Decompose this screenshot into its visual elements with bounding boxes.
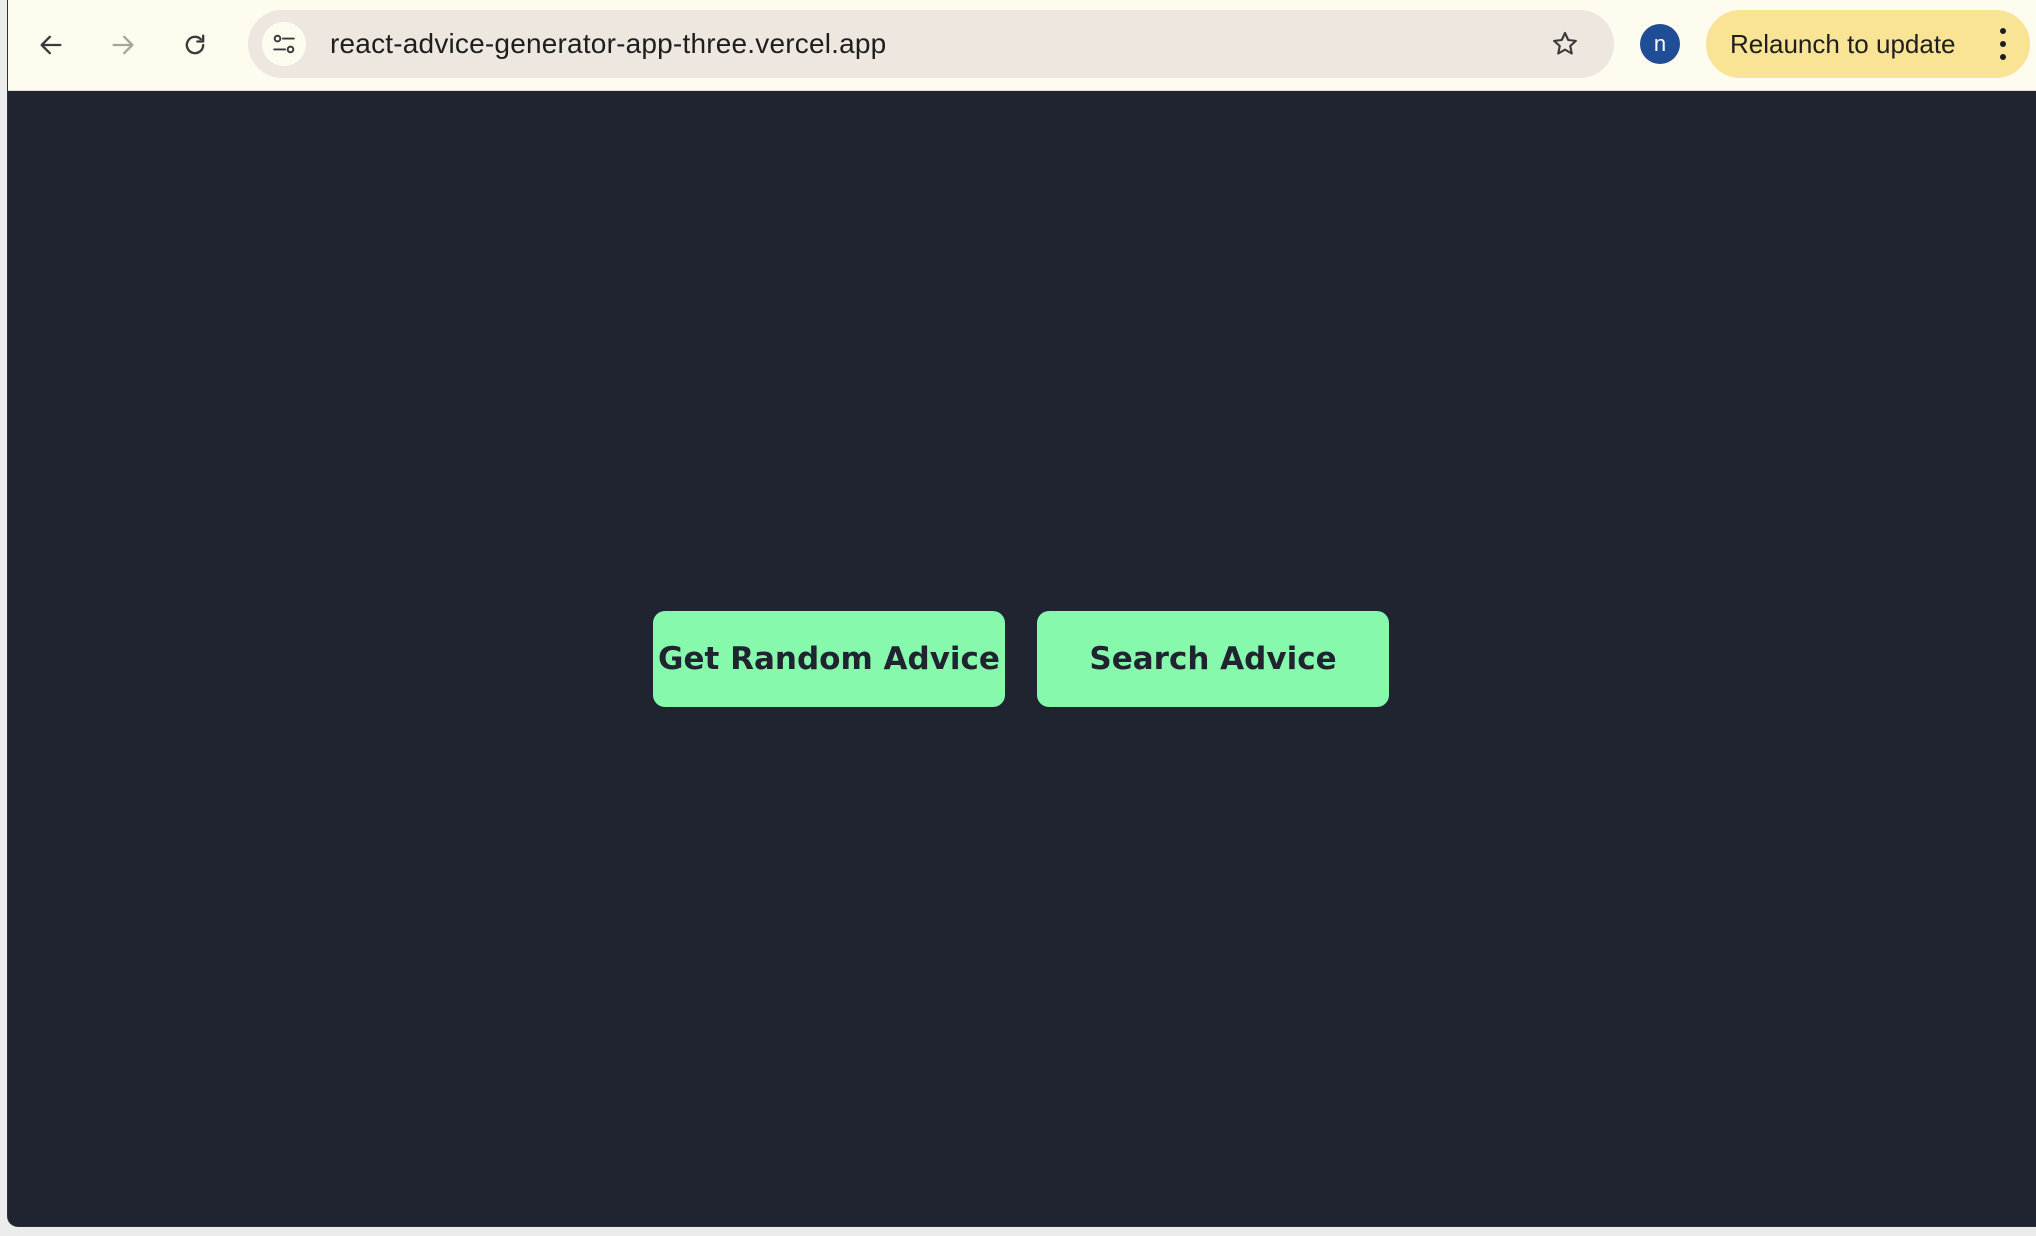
back-arrow-icon xyxy=(40,35,62,55)
relaunch-label: Relaunch to update xyxy=(1730,29,1956,59)
browser-window: react-advice-generator-app-three.vercel.… xyxy=(8,0,2036,1226)
back-button[interactable] xyxy=(28,22,74,68)
site-info-button[interactable] xyxy=(262,22,306,66)
get-random-advice-button[interactable]: Get Random Advice xyxy=(653,611,1005,707)
app-page: Get Random Advice Search Advice xyxy=(8,91,2036,1226)
more-vertical-icon[interactable] xyxy=(1998,28,2008,60)
relaunch-button[interactable]: Relaunch to update xyxy=(1706,10,2030,78)
reload-button[interactable] xyxy=(172,22,218,68)
search-advice-button[interactable]: Search Advice xyxy=(1037,611,1389,707)
url-text[interactable]: react-advice-generator-app-three.vercel.… xyxy=(330,10,886,78)
forward-button[interactable] xyxy=(100,22,146,68)
profile-avatar[interactable]: n xyxy=(1640,24,1680,64)
reload-icon xyxy=(185,34,205,55)
forward-arrow-icon xyxy=(112,35,134,55)
bookmark-star-icon xyxy=(1553,31,1577,55)
address-bar[interactable]: react-advice-generator-app-three.vercel.… xyxy=(248,10,1614,78)
site-settings-icon xyxy=(273,34,295,54)
browser-toolbar: react-advice-generator-app-three.vercel.… xyxy=(8,0,2036,91)
bookmark-button[interactable] xyxy=(1542,21,1588,67)
